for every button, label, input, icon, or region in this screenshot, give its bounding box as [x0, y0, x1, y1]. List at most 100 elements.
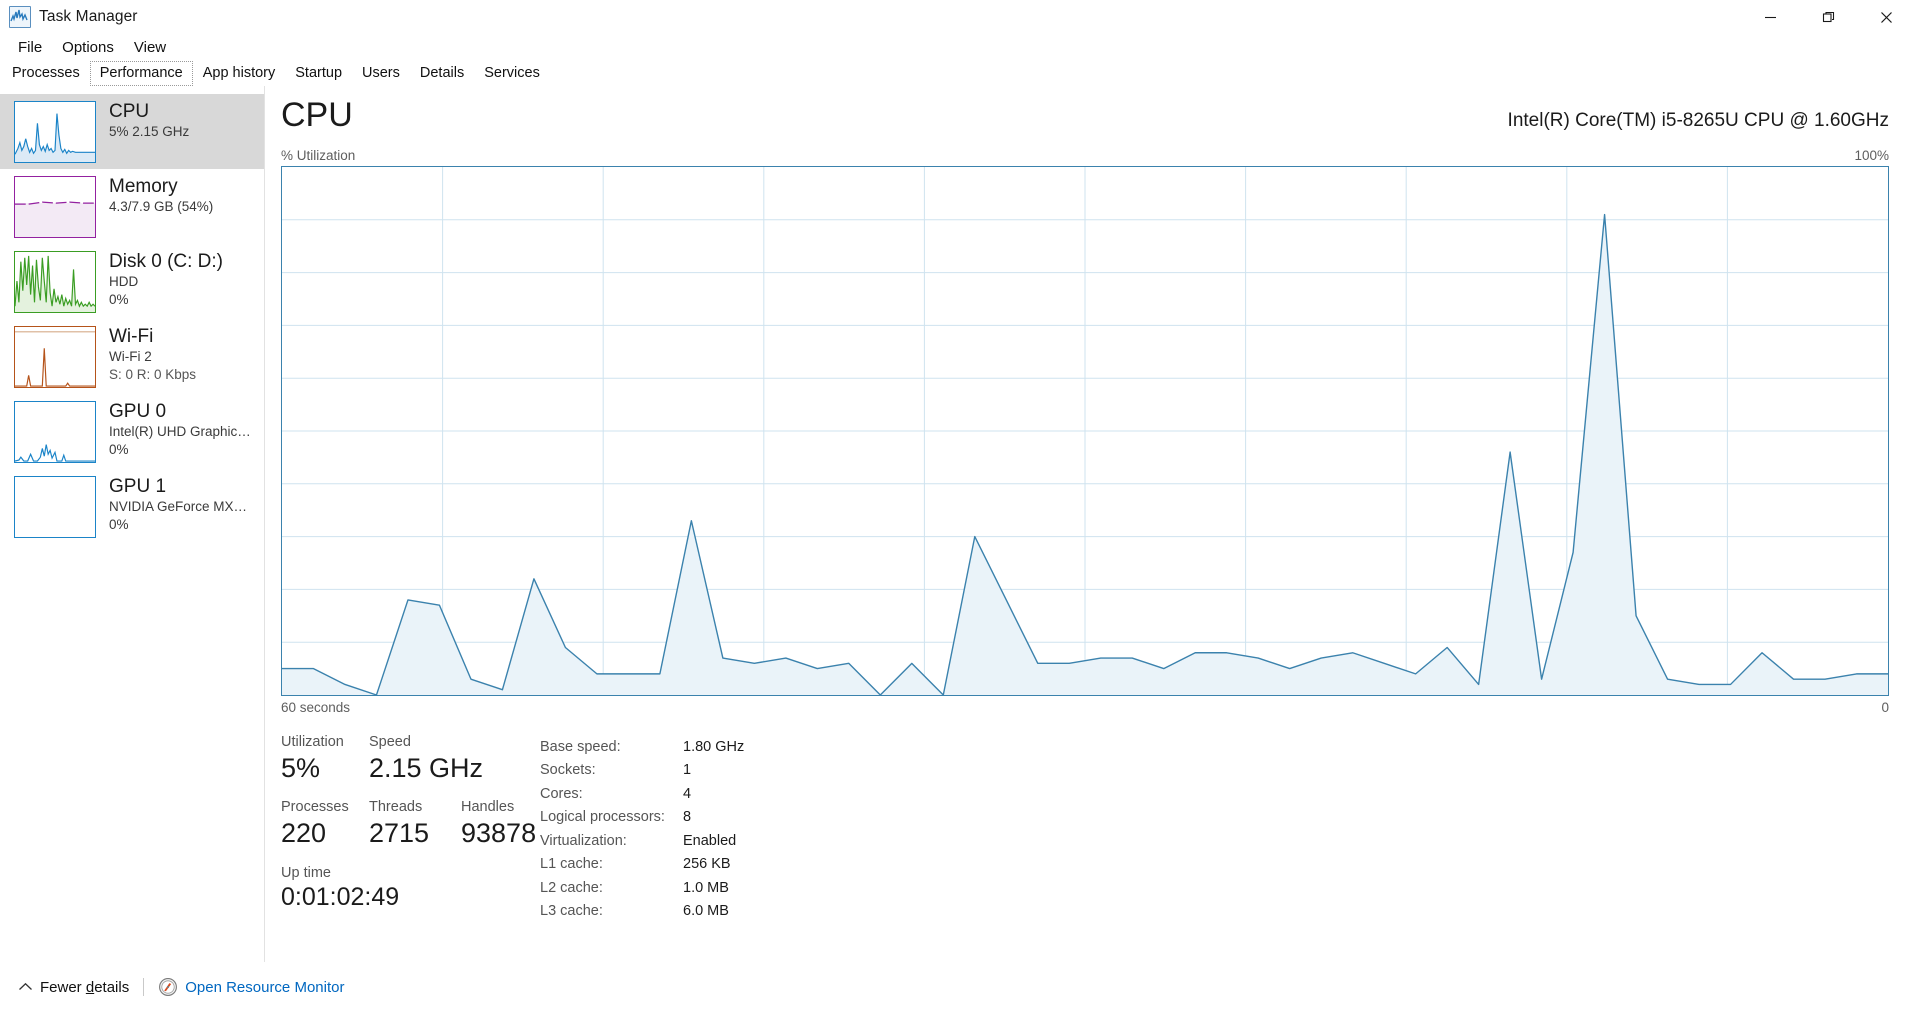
- cpu-chart-svg: [282, 167, 1888, 695]
- stats-primary: Utilization 5% Speed 2.15 GHz Processes …: [281, 733, 531, 923]
- menu-bar: File Options View: [0, 34, 1915, 60]
- sidebar-item-sub1: 5% 2.15 GHz: [109, 125, 189, 139]
- sidebar-item-label: CPU: [109, 102, 189, 121]
- gpu1-mini-graph: [14, 476, 96, 538]
- stat-handles: Handles 93878: [461, 798, 531, 849]
- stat-label: Utilization: [281, 733, 369, 753]
- stat-label: Threads: [369, 798, 461, 818]
- sidebar-item-gpu0[interactable]: GPU 0 Intel(R) UHD Graphic… 0%: [0, 394, 264, 469]
- sidebar-item-sub1: 4.3/7.9 GB (54%): [109, 200, 213, 214]
- tab-app-history[interactable]: App history: [193, 61, 286, 86]
- kv-key: L3 cache:: [540, 900, 683, 924]
- stats-secondary: Base speed: 1.80 GHz Sockets: 1 Cores: 4…: [540, 733, 744, 923]
- status-bar: Fewer details Open Resource Monitor: [0, 962, 1915, 1012]
- stat-threads: Threads 2715: [369, 798, 461, 849]
- page-title: CPU: [281, 98, 353, 132]
- kv-key: Sockets:: [540, 759, 683, 783]
- open-resource-monitor-link[interactable]: Open Resource Monitor: [185, 979, 344, 996]
- stat-value: 0:01:02:49: [281, 883, 531, 913]
- y-axis-max-label: 100%: [1854, 148, 1889, 163]
- tab-startup[interactable]: Startup: [285, 61, 352, 86]
- kv-logical-processors: Logical processors: 8: [540, 806, 744, 830]
- kv-key: Base speed:: [540, 735, 683, 759]
- tab-details[interactable]: Details: [410, 61, 474, 86]
- sidebar-item-wifi[interactable]: Wi-Fi Wi-Fi 2 S: 0 R: 0 Kbps: [0, 319, 264, 394]
- fewer-details-post: etails: [94, 979, 129, 996]
- detail-header: CPU Intel(R) Core(TM) i5-8265U CPU @ 1.6…: [281, 98, 1889, 132]
- kv-value: 256 KB: [683, 853, 731, 877]
- stat-uptime: Up time 0:01:02:49: [281, 864, 531, 913]
- kv-virtualization: Virtualization: Enabled: [540, 829, 744, 853]
- cpu-utilization-graph: [281, 166, 1889, 696]
- stats-row-2: Processes 220 Threads 2715 Handles 93878: [281, 798, 531, 849]
- stat-label: Handles: [461, 798, 531, 818]
- x-axis-left-label: 60 seconds: [281, 700, 350, 715]
- memory-mini-graph: [14, 176, 96, 238]
- tab-performance[interactable]: Performance: [90, 61, 193, 86]
- maximize-button[interactable]: [1799, 0, 1857, 34]
- stat-processes: Processes 220: [281, 798, 369, 849]
- tab-strip: Processes Performance App history Startu…: [0, 60, 1915, 86]
- kv-key: Virtualization:: [540, 829, 683, 853]
- sidebar-item-sub1: NVIDIA GeForce MX…: [109, 500, 247, 514]
- kv-value: 8: [683, 806, 691, 830]
- title-bar: Task Manager: [0, 0, 1915, 34]
- kv-value: Enabled: [683, 829, 736, 853]
- sidebar-item-sub1: Wi-Fi 2: [109, 350, 196, 364]
- task-manager-icon: [9, 6, 31, 28]
- sidebar-item-gpu1[interactable]: GPU 1 NVIDIA GeForce MX… 0%: [0, 469, 264, 544]
- minimize-button[interactable]: [1741, 0, 1799, 34]
- sidebar-item-label: GPU 1: [109, 477, 247, 496]
- kv-cores: Cores: 4: [540, 782, 744, 806]
- sidebar-item-label: Disk 0 (C: D:): [109, 252, 223, 271]
- kv-l3-cache: L3 cache: 6.0 MB: [540, 900, 744, 924]
- stat-label: Up time: [281, 864, 531, 884]
- kv-base-speed: Base speed: 1.80 GHz: [540, 735, 744, 759]
- gpu0-mini-graph: [14, 401, 96, 463]
- stat-value: 5%: [281, 753, 369, 785]
- window-controls: [1741, 0, 1915, 34]
- stat-label: Speed: [369, 733, 461, 753]
- stats-panel: Utilization 5% Speed 2.15 GHz Processes …: [281, 733, 1889, 923]
- chevron-up-icon: [14, 982, 36, 992]
- tab-users[interactable]: Users: [352, 61, 410, 86]
- menu-item-view[interactable]: View: [124, 37, 176, 58]
- y-axis-title: % Utilization: [281, 148, 355, 163]
- sidebar-item-sub2: 0%: [109, 443, 251, 457]
- sidebar-item-sub2: 0%: [109, 518, 247, 532]
- cpu-mini-graph: [14, 101, 96, 163]
- tab-services[interactable]: Services: [474, 61, 550, 86]
- sidebar-item-label: GPU 0: [109, 402, 251, 421]
- menu-item-options[interactable]: Options: [52, 37, 124, 58]
- close-button[interactable]: [1857, 0, 1915, 34]
- performance-detail-pane: CPU Intel(R) Core(TM) i5-8265U CPU @ 1.6…: [265, 86, 1915, 962]
- window-title: Task Manager: [39, 8, 138, 26]
- sidebar-item-disk0[interactable]: Disk 0 (C: D:) HDD 0%: [0, 244, 264, 319]
- tab-processes[interactable]: Processes: [2, 61, 90, 86]
- kv-key: Cores:: [540, 782, 683, 806]
- stat-value: 2715: [369, 818, 461, 850]
- menu-item-file[interactable]: File: [8, 37, 52, 58]
- kv-key: L2 cache:: [540, 876, 683, 900]
- sidebar-item-cpu[interactable]: CPU 5% 2.15 GHz: [0, 94, 264, 169]
- graph-bottom-labels: 60 seconds 0: [281, 700, 1889, 715]
- wifi-mini-graph: [14, 326, 96, 388]
- fewer-details-button[interactable]: Fewer details: [40, 979, 129, 996]
- sidebar-item-sub2: S: 0 R: 0 Kbps: [109, 368, 196, 382]
- kv-key: L1 cache:: [540, 853, 683, 877]
- resource-sidebar: CPU 5% 2.15 GHz Memory 4.3/7.9 GB (54%): [0, 86, 265, 962]
- kv-value: 6.0 MB: [683, 900, 729, 924]
- sidebar-item-memory[interactable]: Memory 4.3/7.9 GB (54%): [0, 169, 264, 244]
- kv-sockets: Sockets: 1: [540, 759, 744, 783]
- sidebar-item-label: Wi-Fi: [109, 327, 196, 346]
- stats-row-1: Utilization 5% Speed 2.15 GHz: [281, 733, 531, 784]
- kv-value: 1.0 MB: [683, 876, 729, 900]
- app-body: CPU 5% 2.15 GHz Memory 4.3/7.9 GB (54%): [0, 86, 1915, 962]
- kv-l1-cache: L1 cache: 256 KB: [540, 853, 744, 877]
- sidebar-item-sub1: HDD: [109, 275, 223, 289]
- x-axis-right-label: 0: [1881, 700, 1889, 715]
- stat-value: 2.15 GHz: [369, 753, 461, 785]
- stat-speed: Speed 2.15 GHz: [369, 733, 461, 784]
- disk-mini-graph: [14, 251, 96, 313]
- sidebar-item-sub1: Intel(R) UHD Graphic…: [109, 425, 251, 439]
